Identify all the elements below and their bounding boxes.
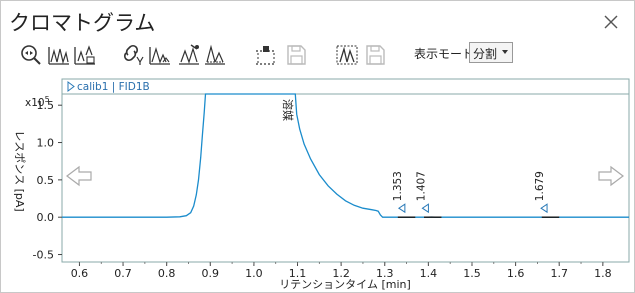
- x-tick-label: 0.9: [202, 267, 220, 280]
- y-axis-label: レスポンス [pA]: [13, 130, 26, 211]
- y-tick-label: -0.5: [33, 249, 54, 262]
- x-tick-label: 0.7: [114, 267, 132, 280]
- x-tick-label: 1.7: [550, 267, 568, 280]
- x-tick-label: 1.8: [594, 267, 612, 280]
- y-tick-label: 0.5: [37, 174, 55, 187]
- peak-label: 1.353: [392, 171, 404, 201]
- plot-area-frame: [61, 78, 630, 263]
- chromatogram-chart[interactable]: calib1 | FID1B x105 -0.50.00.51.01.50.6 0…: [1, 1, 634, 292]
- solvent-label: 溶媒: [281, 99, 295, 121]
- x-tick-label: 0.8: [158, 267, 176, 280]
- x-tick-label: 0.6: [71, 267, 89, 280]
- chromatogram-panel: クロマトグラム 表示モード 分割 calib1 | FID1B x105 -0.…: [0, 0, 635, 293]
- x-tick-label: 1.5: [463, 267, 481, 280]
- x-tick-label: 1.4: [420, 267, 438, 280]
- x-axis-label: リテンションタイム [min]: [279, 278, 411, 291]
- peak-label: 1.407: [415, 171, 427, 201]
- y-tick-label: 1.5: [37, 99, 55, 112]
- x-tick-label: 1.6: [507, 267, 525, 280]
- y-tick-label: 0.0: [37, 211, 55, 224]
- trace-label: calib1 | FID1B: [77, 81, 150, 93]
- peak-label: 1.679: [534, 171, 546, 201]
- y-tick-label: 1.0: [37, 137, 55, 150]
- x-tick-label: 1.0: [245, 267, 263, 280]
